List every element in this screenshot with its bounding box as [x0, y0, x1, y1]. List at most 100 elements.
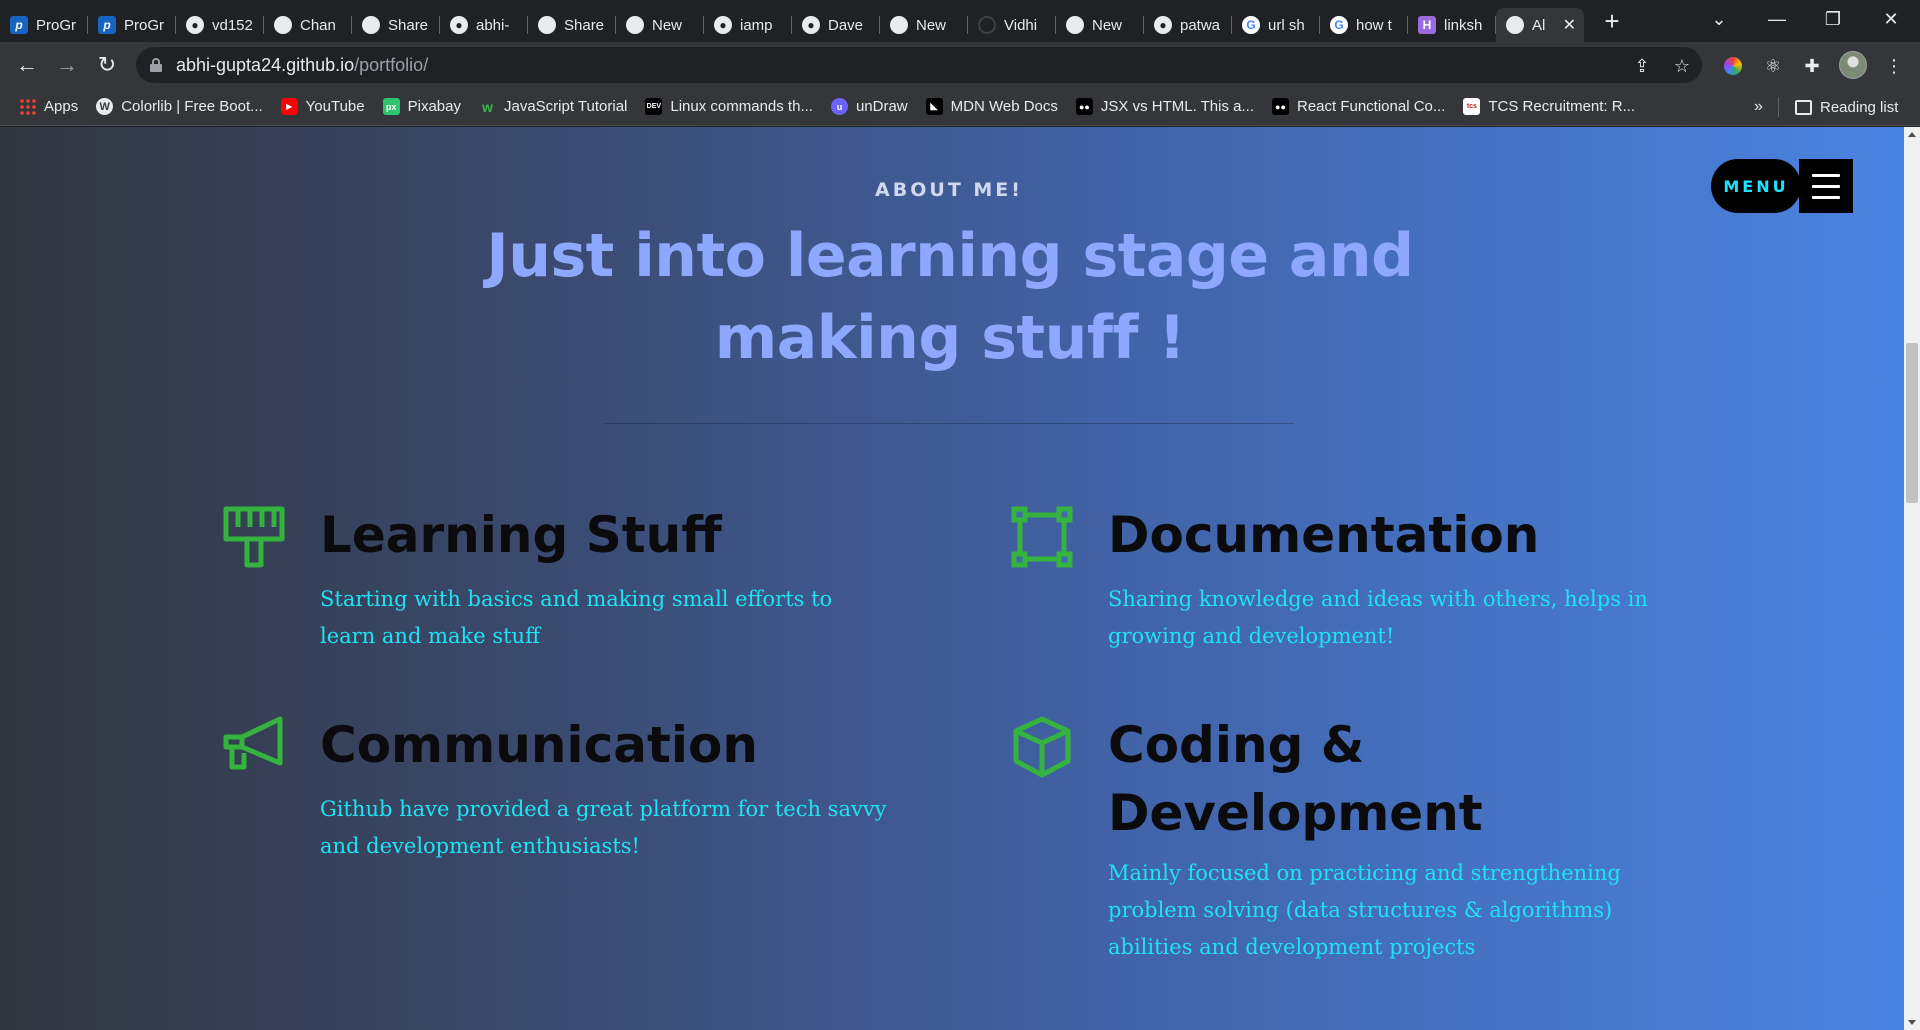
menu-label: MENU — [1711, 159, 1801, 213]
section-headline: Just into learning stage and making stuf… — [486, 221, 1414, 373]
active-browser-tab[interactable]: Al ✕ — [1496, 8, 1584, 42]
lock-icon[interactable] — [150, 58, 162, 72]
forward-button[interactable]: → — [52, 50, 82, 80]
github-icon: ● — [714, 16, 732, 34]
bookmark-label: JSX vs HTML. This a... — [1100, 98, 1254, 115]
browser-tab[interactable]: Share — [528, 8, 616, 42]
browser-tab[interactable]: p ProGr — [0, 8, 88, 42]
browser-tab[interactable]: ● Dave — [792, 8, 880, 42]
bookmark-star-icon[interactable]: ☆ — [1671, 55, 1693, 77]
close-tab-icon[interactable]: ✕ — [1563, 15, 1576, 35]
scroll-down-arrow-icon[interactable] — [1908, 1020, 1916, 1025]
address-bar[interactable]: abhi-gupta24.github.io/portfolio/ ⇪ ☆ — [136, 47, 1702, 83]
bookmark-jsx-vs-html[interactable]: ●● JSX vs HTML. This a... — [1075, 98, 1254, 115]
bookmark-youtube[interactable]: ▶ YouTube — [280, 98, 365, 115]
browser-tab[interactable]: Hlinksh — [1408, 8, 1496, 42]
chrome-icon — [626, 16, 644, 34]
more-menu-icon[interactable]: ⋮ — [1882, 54, 1906, 78]
feature-title: Communication — [320, 716, 758, 774]
reading-list-label: Reading list — [1820, 98, 1899, 116]
dev-to-icon: DEV — [645, 98, 663, 115]
profile-avatar[interactable] — [1839, 51, 1867, 79]
tab-label: Vidhi — [1004, 16, 1038, 34]
tab-label: linksh — [1444, 16, 1483, 34]
browser-tab[interactable]: Share — [352, 8, 440, 42]
bookmark-label: Pixabay — [407, 98, 461, 115]
github-icon: ● — [186, 16, 204, 34]
tab-search-button[interactable]: ⌄ — [1694, 0, 1744, 38]
color-picker-extension-icon[interactable] — [1724, 57, 1742, 75]
browser-tab[interactable]: Chan — [264, 8, 352, 42]
bookmark-label: TCS Recruitment: R... — [1488, 98, 1636, 115]
tcs-icon: tcs — [1463, 98, 1481, 115]
google-icon: G — [1242, 16, 1260, 34]
wordpress-icon: W — [96, 98, 114, 115]
chrome-icon — [1066, 16, 1084, 34]
bookmarks-overflow-button[interactable]: » — [1754, 88, 1763, 126]
feature-title: Learning Stuff — [320, 506, 722, 564]
tab-label: Chan — [300, 16, 336, 34]
browser-tab[interactable]: New — [1056, 8, 1144, 42]
bookmark-tcs-recruitment[interactable]: tcs TCS Recruitment: R... — [1463, 98, 1635, 115]
url-host: abhi-gupta24.github.io — [176, 54, 355, 75]
tab-label: New — [1092, 16, 1123, 34]
bookmark-javascript-tutorial[interactable]: w JavaScript Tutorial — [479, 98, 627, 115]
feature-description: Github have provided a great platform fo… — [320, 797, 887, 858]
feature-description: Sharing knowledge and ideas with others,… — [1108, 587, 1648, 648]
browser-tab[interactable]: ● patwa — [1144, 8, 1232, 42]
bookmark-mdn[interactable]: ◣ MDN Web Docs — [925, 98, 1058, 115]
github-icon: ● — [1154, 16, 1172, 34]
selection-frame-icon — [1011, 506, 1073, 568]
tab-strip: p ProGr p ProGr ● vd152 Chan Share ● abhi- S… — [0, 0, 1920, 42]
bookmarks-divider — [1778, 97, 1779, 117]
browser-tab[interactable]: ● iamp — [704, 8, 792, 42]
browser-tab[interactable]: Gurl sh — [1232, 8, 1320, 42]
browser-tab[interactable]: New — [616, 8, 704, 42]
browser-tab[interactable]: Vidhi — [968, 8, 1056, 42]
scroll-up-arrow-icon[interactable] — [1908, 132, 1916, 137]
section-divider — [604, 423, 1294, 424]
react-devtools-icon[interactable]: ⚛ — [1761, 54, 1785, 78]
share-icon[interactable]: ⇪ — [1631, 55, 1653, 77]
restore-button[interactable]: ❐ — [1808, 0, 1858, 38]
browser-tab[interactable]: ● abhi- — [440, 8, 528, 42]
bookmark-label: MDN Web Docs — [950, 98, 1058, 115]
tab-label: Dave — [828, 16, 864, 34]
minimize-button[interactable]: — — [1752, 0, 1802, 38]
github-icon: ● — [802, 16, 820, 34]
close-window-button[interactable]: ✕ — [1866, 0, 1916, 38]
browser-tab[interactable]: New — [880, 8, 968, 42]
chrome-icon — [890, 16, 908, 34]
bookmark-label: JavaScript Tutorial — [503, 98, 628, 115]
browser-tab[interactable]: Ghow t — [1320, 8, 1408, 42]
tab-label: Share — [564, 16, 605, 34]
medium-icon: ●● — [1271, 98, 1289, 115]
back-button[interactable]: ← — [12, 50, 42, 80]
tab-label: url sh — [1268, 16, 1305, 34]
reading-list-button[interactable]: Reading list — [1795, 88, 1898, 126]
hashnode-icon: H — [1418, 16, 1436, 34]
section-eyebrow: ABOUT ME! — [875, 179, 1023, 201]
bookmark-undraw[interactable]: u unDraw — [830, 98, 908, 115]
extensions-puzzle-icon[interactable]: ✚ — [1800, 54, 1824, 78]
pixabay-icon: px — [382, 98, 400, 115]
scrollbar-thumb[interactable] — [1906, 343, 1918, 503]
bookmark-pixabay[interactable]: px Pixabay — [382, 98, 461, 115]
bookmark-colorlib[interactable]: W Colorlib | Free Boot... — [96, 98, 263, 115]
mdn-icon: ◣ — [925, 98, 943, 115]
browser-tab[interactable]: p ProGr — [88, 8, 176, 42]
page-scrollbar[interactable] — [1904, 127, 1920, 1030]
feature-description: Mainly focused on practicing and strengt… — [1108, 861, 1621, 959]
globe-icon — [1506, 16, 1524, 34]
bookmark-apps[interactable]: Apps — [19, 98, 78, 115]
reload-button[interactable]: ↻ — [92, 50, 122, 80]
apps-grid-icon — [19, 98, 36, 115]
reading-list-icon — [1795, 99, 1812, 115]
paint-brush-icon — [223, 506, 285, 568]
bookmark-linux-commands[interactable]: DEV Linux commands th... — [645, 98, 813, 115]
megaphone-icon — [223, 716, 283, 770]
bookmark-react-functional[interactable]: ●● React Functional Co... — [1271, 98, 1445, 115]
tab-label: New — [652, 16, 683, 34]
new-tab-button[interactable]: + — [1600, 8, 1624, 34]
browser-tab[interactable]: ● vd152 — [176, 8, 264, 42]
